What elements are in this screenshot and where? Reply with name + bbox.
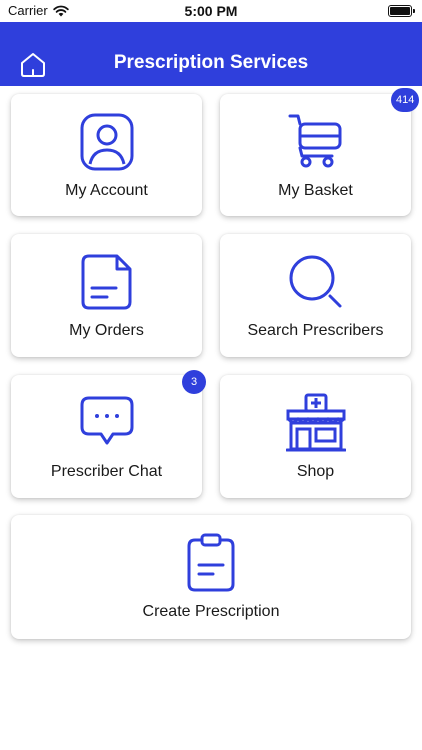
- my-account-label: My Account: [65, 182, 148, 199]
- pharmacy-store-icon: [285, 393, 346, 452]
- prescriber-chat-label: Prescriber Chat: [50, 463, 163, 480]
- user-profile-icon: [80, 113, 133, 171]
- search-prescribers-label: Search Prescribers: [247, 322, 384, 339]
- my-basket-card[interactable]: My Basket: [220, 94, 411, 216]
- basket-count-badge: 414: [391, 88, 420, 112]
- my-basket-label: My Basket: [278, 182, 353, 199]
- battery-level: [390, 7, 410, 15]
- document-icon: [81, 254, 131, 310]
- search-icon: [289, 255, 341, 308]
- chat-bubble-icon: [80, 396, 133, 445]
- my-orders-label: My Orders: [69, 322, 144, 339]
- battery-icon: [388, 5, 415, 17]
- shopping-cart-icon: [288, 114, 341, 168]
- my-orders-card[interactable]: My Orders: [11, 234, 202, 357]
- clipboard-icon: [187, 533, 235, 592]
- status-time: 5:00 PM: [184, 3, 238, 19]
- create-prescription-card[interactable]: Create Prescription: [11, 515, 411, 639]
- chat-count-badge: 3: [182, 370, 206, 394]
- create-prescription-label: Create Prescription: [142, 603, 280, 620]
- search-prescribers-card[interactable]: Search Prescribers: [220, 234, 411, 357]
- nav-bar: Prescription Services: [0, 22, 422, 86]
- status-bar: Carrier 5:00 PM: [0, 0, 422, 22]
- shop-card[interactable]: Shop: [220, 375, 411, 498]
- page-title: Prescription Services: [113, 52, 309, 73]
- prescriber-chat-card[interactable]: Prescriber Chat: [11, 375, 202, 498]
- shop-label: Shop: [296, 463, 335, 480]
- my-account-card[interactable]: My Account: [11, 94, 202, 216]
